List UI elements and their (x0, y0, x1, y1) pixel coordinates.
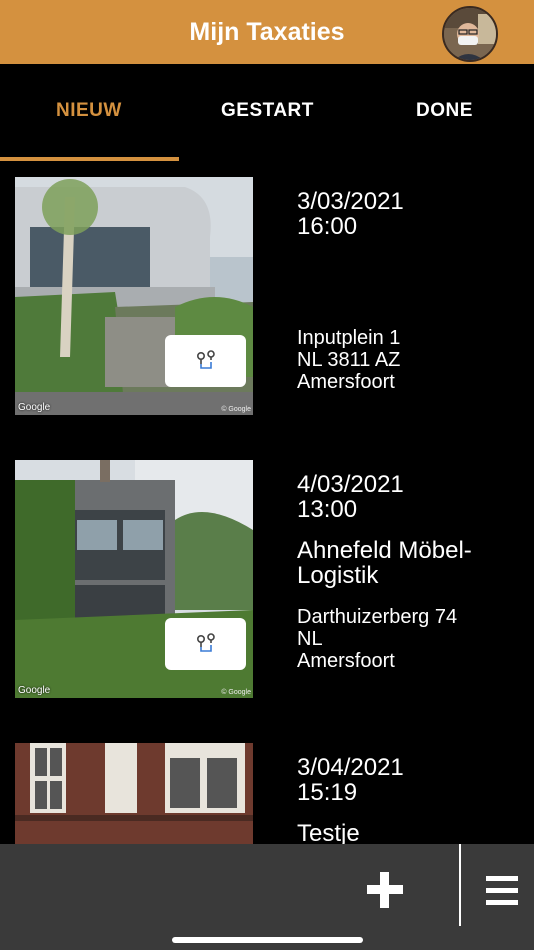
route-map-pin-icon (196, 350, 215, 369)
appointment-time: 15:19 (297, 779, 358, 806)
map-copyright: © Google (221, 406, 251, 413)
active-tab-indicator (0, 157, 179, 161)
client-name: Ahnefeld Möbel-Logistik (297, 537, 472, 589)
tab-nieuw[interactable]: NIEUW (56, 100, 122, 122)
menu-button[interactable] (486, 875, 518, 907)
map-credit: Google (18, 402, 51, 413)
appointment-info: 4/03/2021 13:00 Ahnefeld Möbel-Logistik … (297, 472, 527, 672)
address-street: Darthuizerberg 74 (297, 606, 458, 628)
appointment-info: 3/04/2021 15:19 Testje (297, 755, 527, 844)
address-postal: NL (297, 628, 323, 650)
home-indicator (172, 937, 363, 943)
appointment-card[interactable]: Google © Google 4/03/2021 13:00 Ahnefeld… (0, 460, 534, 700)
tab-gestart[interactable]: GESTART (221, 100, 314, 122)
address-city: Amersfoort (297, 371, 395, 393)
appointment-card[interactable]: Google © Google 3/03/2021 16:00 Inputple… (0, 177, 534, 417)
tab-done[interactable]: DONE (416, 100, 473, 122)
avatar[interactable] (442, 6, 498, 62)
appointment-date: 4/03/2021 (297, 471, 404, 498)
appointment-time: 16:00 (297, 213, 358, 240)
appointment-time: 13:00 (297, 496, 358, 523)
toolbar-divider (459, 844, 461, 926)
appointment-info: 3/03/2021 16:00 Inputplein 1 NL 3811 AZ … (297, 189, 527, 393)
client-name: Testje (297, 820, 360, 844)
plus-icon (367, 872, 403, 908)
route-map-pin-icon (196, 633, 215, 652)
route-button[interactable] (165, 618, 246, 670)
hamburger-menu-icon (486, 876, 518, 905)
street-view-image[interactable] (15, 743, 253, 844)
appointment-date: 3/04/2021 (297, 754, 404, 781)
appointment-date: 3/03/2021 (297, 188, 404, 215)
app-header: Mijn Taxaties (0, 0, 534, 64)
add-appointment-button[interactable] (363, 868, 407, 912)
street-view-image[interactable]: Google © Google (15, 177, 253, 415)
address-street: Inputplein 1 (297, 327, 401, 349)
avatar-image (444, 8, 496, 60)
appointment-list[interactable]: Google © Google 3/03/2021 16:00 Inputple… (0, 162, 534, 844)
address-postal: NL 3811 AZ (297, 349, 401, 371)
address-city: Amersfoort (297, 650, 395, 672)
tab-bar: NIEUW GESTART DONE (0, 64, 534, 162)
route-button[interactable] (165, 335, 246, 387)
appointment-card[interactable]: 3/04/2021 15:19 Testje (0, 743, 534, 844)
bottom-toolbar (0, 844, 534, 950)
map-credit: Google (18, 685, 51, 696)
street-view-image[interactable]: Google © Google (15, 460, 253, 698)
map-copyright: © Google (221, 689, 251, 696)
